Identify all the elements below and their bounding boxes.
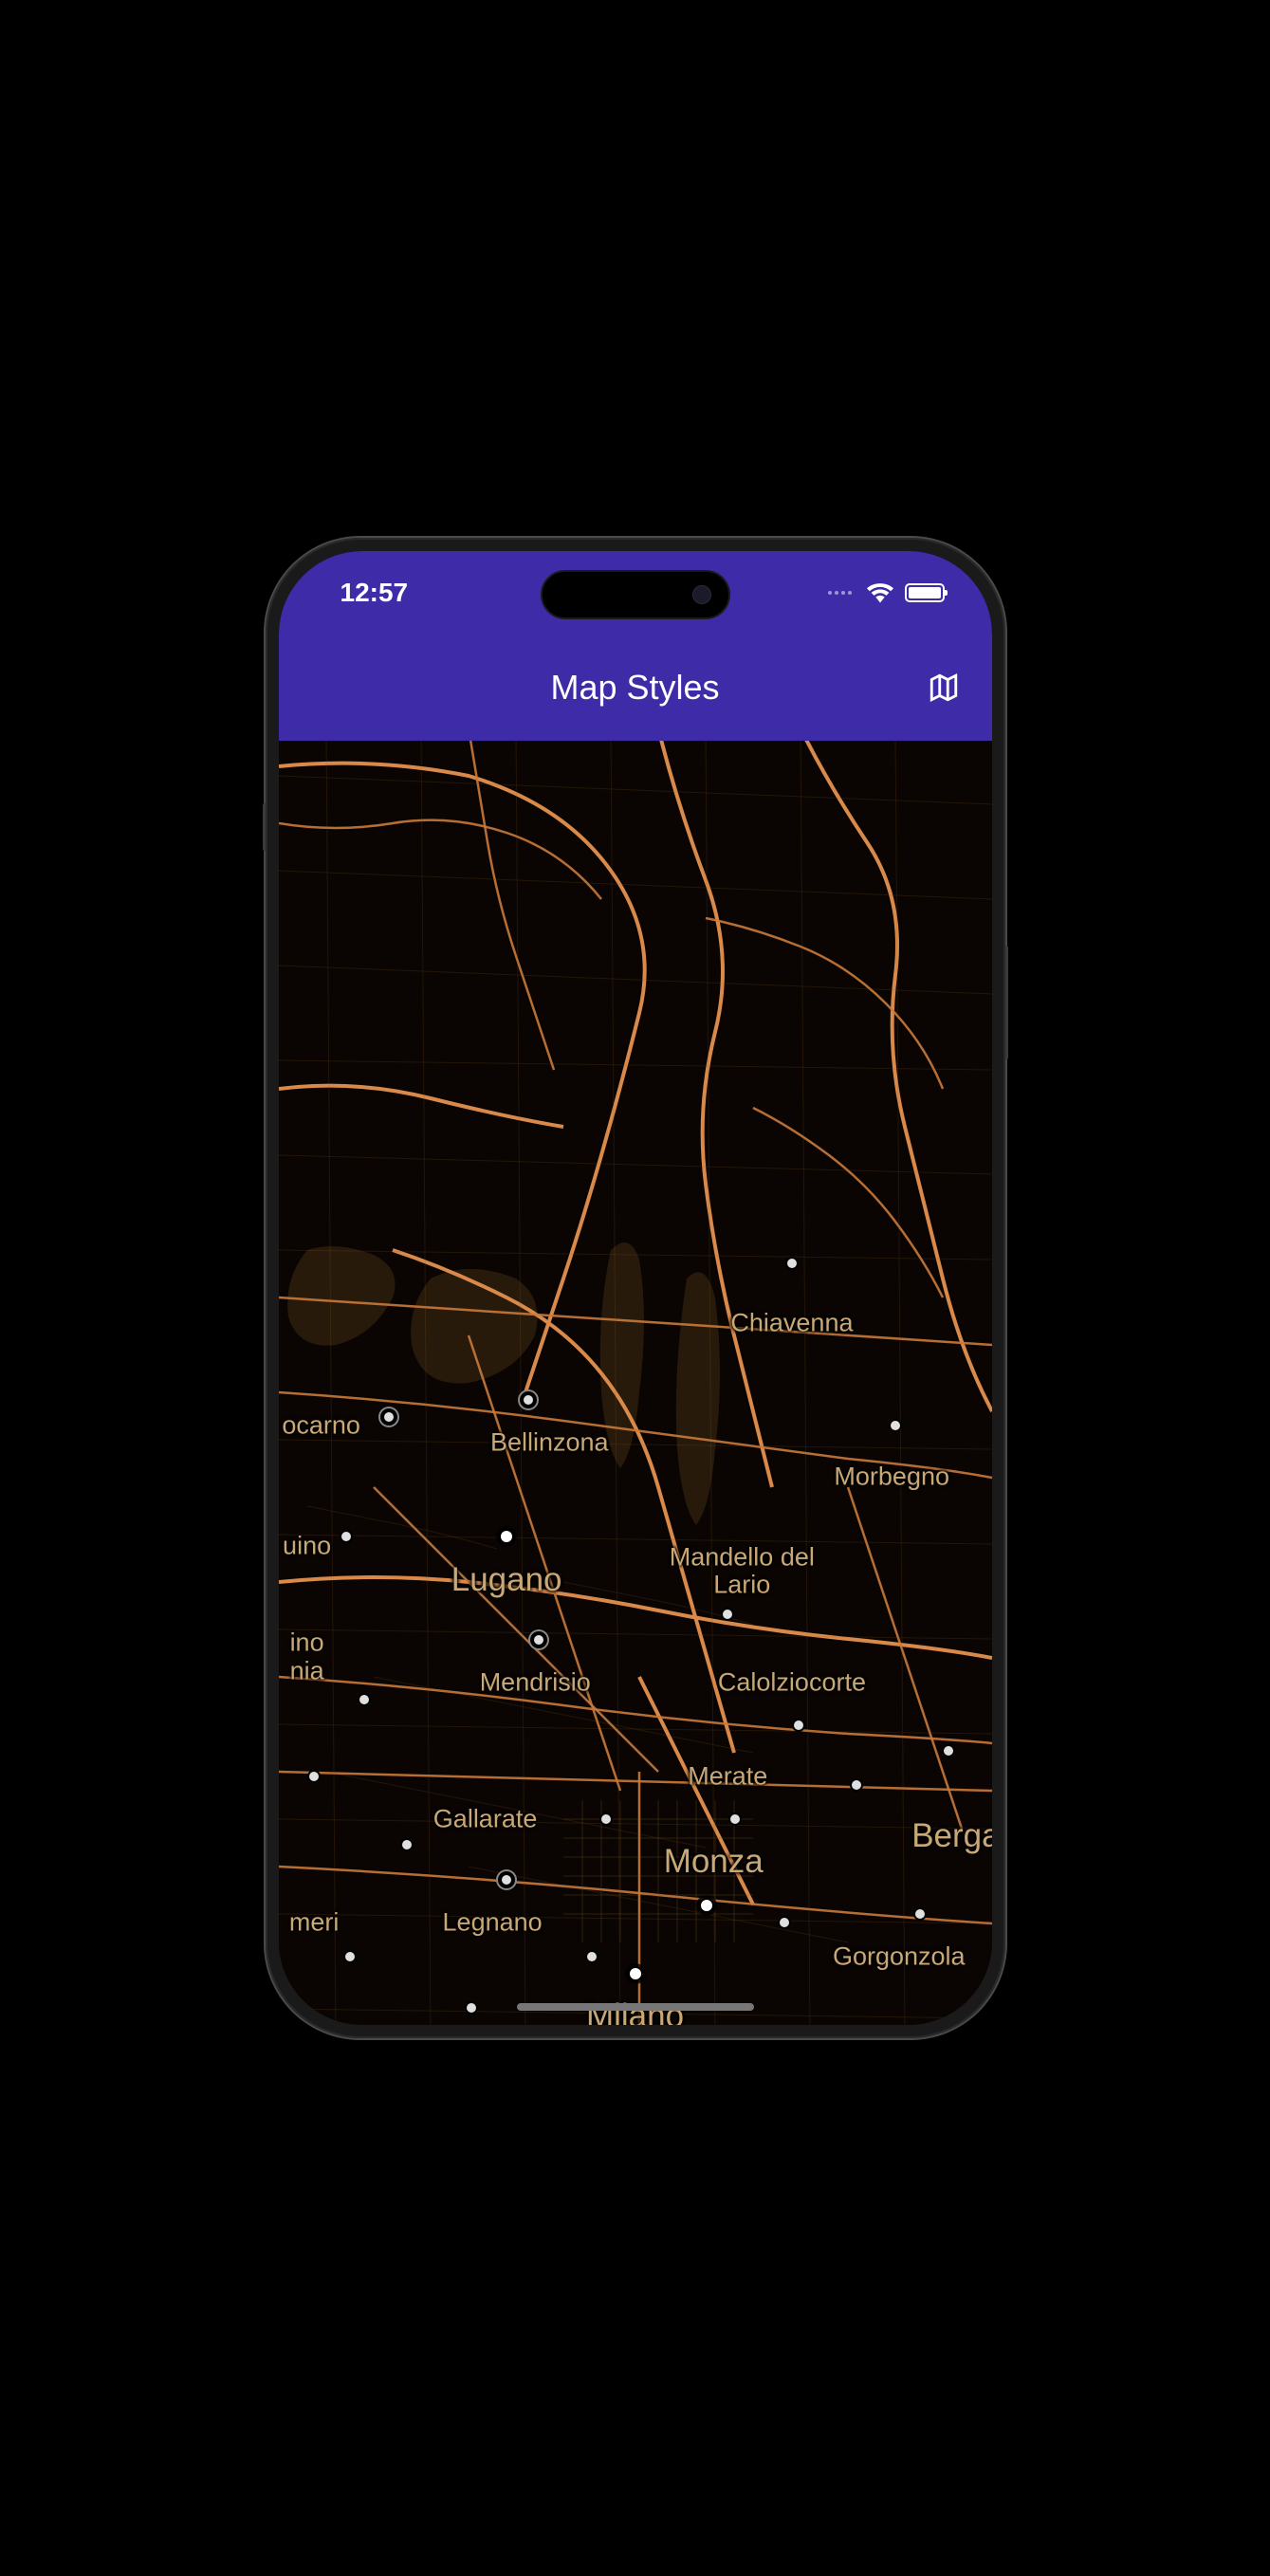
city-label-gallarate: Gallarate (433, 1805, 538, 1834)
city-marker-unnamed-2[interactable] (599, 1812, 613, 1826)
city-marker-mandello[interactable] (721, 1608, 734, 1621)
city-label-merate: Merate (688, 1762, 767, 1792)
city-marker-gallarate[interactable] (400, 1838, 414, 1851)
city-marker-legnano[interactable] (500, 1873, 513, 1886)
city-label-lugano: Lugano (451, 1561, 562, 1599)
map-style-button[interactable] (925, 669, 963, 707)
city-label-meri: meri (289, 1907, 340, 1937)
city-marker-uino1[interactable] (340, 1530, 353, 1543)
battery-icon (905, 583, 945, 602)
city-label-mendrisio: Mendrisio (480, 1667, 591, 1697)
phone-frame: 12:57 Map Styles (266, 538, 1005, 2038)
cellular-indicator (828, 591, 852, 595)
city-label-monza: Monza (664, 1843, 764, 1881)
city-marker-unnamed-8[interactable] (465, 2001, 478, 2015)
city-label-calolziocorte: Calolziocorte (718, 1667, 866, 1697)
city-marker-unnamed-0[interactable] (358, 1693, 371, 1706)
city-marker-morbegno[interactable] (889, 1419, 902, 1432)
wifi-icon (867, 582, 893, 603)
dynamic-island (541, 570, 730, 619)
city-label-morbegno: Morbegno (834, 1463, 949, 1492)
status-time: 12:57 (341, 578, 409, 608)
city-marker-milano[interactable] (628, 1966, 643, 1981)
home-indicator[interactable] (517, 2003, 754, 2011)
city-marker-calolziocorte[interactable] (792, 1719, 805, 1732)
city-label-chiavenna: Chiavenna (730, 1308, 853, 1337)
city-marker-unnamed-5[interactable] (343, 1950, 357, 1963)
city-marker-unnamed-6[interactable] (585, 1950, 598, 1963)
city-marker-chiavenna[interactable] (785, 1257, 799, 1270)
page-title: Map Styles (550, 668, 719, 708)
city-label-bellinzona: Bellinzona (490, 1428, 609, 1458)
city-marker-locarno[interactable] (382, 1410, 396, 1424)
map-roads (279, 741, 992, 2025)
status-icons (828, 582, 945, 603)
city-marker-unnamed-4[interactable] (942, 1744, 955, 1757)
city-marker-mendrisio[interactable] (532, 1633, 545, 1647)
city-label-locarno: ocarno (282, 1411, 360, 1441)
city-label-milano: Milano (586, 1997, 684, 2025)
city-marker-merate[interactable] (728, 1812, 742, 1826)
city-marker-gorgonzola[interactable] (913, 1907, 927, 1921)
camera-dot (692, 585, 711, 604)
nav-bar: Map Styles (279, 635, 992, 741)
map-view[interactable]: Chiavenna ocarno Bellinzona Morbegno uino Lug… (279, 741, 992, 2025)
city-label-mandello: Mandello delLario (670, 1543, 815, 1599)
city-marker-lugano[interactable] (499, 1529, 514, 1544)
city-marker-monza[interactable] (699, 1898, 714, 1913)
screen: 12:57 Map Styles (279, 551, 992, 2025)
city-marker-bellinzona[interactable] (522, 1393, 535, 1407)
city-marker-unnamed-7[interactable] (778, 1916, 791, 1929)
city-label-legnano: Legnano (443, 1907, 543, 1937)
city-label-ino: inonia (290, 1628, 324, 1684)
map-icon (928, 672, 960, 704)
city-marker-unnamed-1[interactable] (307, 1770, 321, 1783)
city-marker-unnamed-3[interactable] (850, 1778, 863, 1792)
city-label-bergamo: Berga (911, 1817, 991, 1855)
city-label-uino1: uino (283, 1531, 331, 1560)
city-label-gorgonzola: Gorgonzola (833, 1941, 966, 1971)
